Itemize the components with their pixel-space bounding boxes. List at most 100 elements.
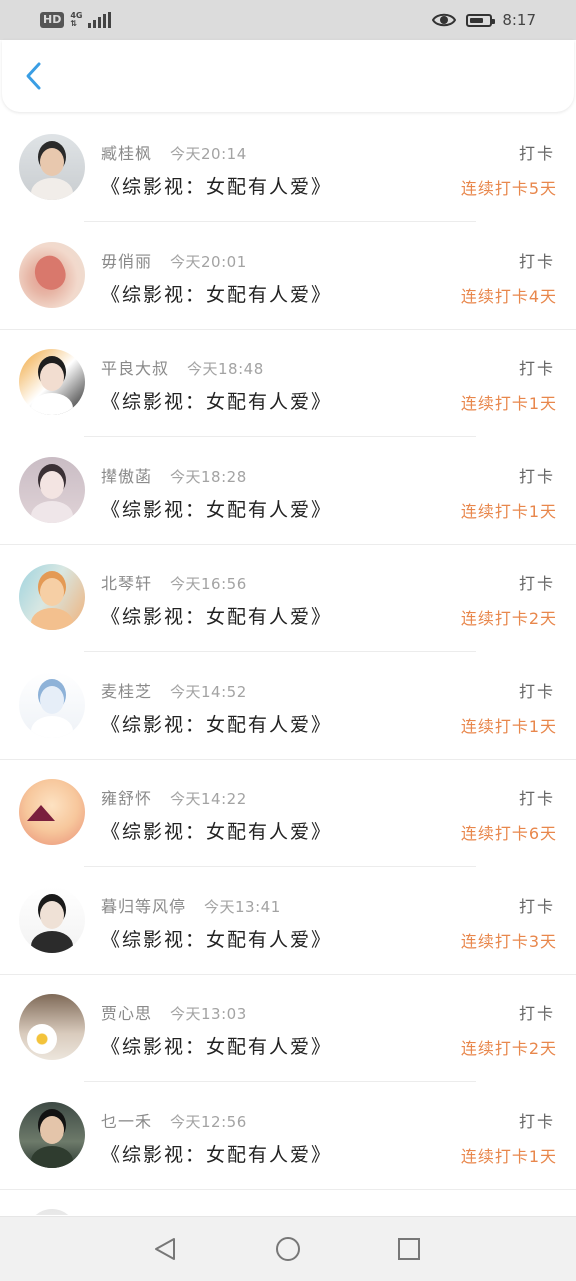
book-title[interactable]: 《综影视：女配有人爱》: [101, 710, 332, 737]
avatar[interactable]: [27, 1209, 77, 1215]
daisy-icon: [27, 1024, 57, 1054]
user-name[interactable]: 雍舒怀: [101, 785, 152, 809]
book-title[interactable]: 《综影视：女配有人爱》: [101, 387, 332, 414]
home-circle-icon: [276, 1237, 300, 1261]
status-time: 8:17: [502, 11, 536, 29]
flower-icon: [29, 250, 71, 295]
system-nav-bar: [0, 1216, 576, 1281]
avatar-body: [31, 930, 73, 953]
timestamp: 今天18:28: [170, 467, 247, 486]
user-name[interactable]: 乜一禾: [101, 1108, 152, 1132]
book-title[interactable]: 《综影视：女配有人爱》: [101, 172, 332, 199]
user-name[interactable]: 臧桂枫: [101, 140, 152, 164]
avatar[interactable]: [19, 1101, 85, 1168]
avatar[interactable]: [19, 779, 85, 845]
back-triangle-icon: [155, 1238, 175, 1260]
user-name[interactable]: 毋俏丽: [101, 248, 152, 272]
list-item[interactable]: 麦桂芝 今天14:52 《综影视：女配有人爱》 打卡 连续打卡1天: [0, 653, 576, 760]
list-item[interactable]: 暮归等风停 今天13:41 《综影视：女配有人爱》 打卡 连续打卡3天: [0, 868, 576, 975]
back-button[interactable]: [16, 58, 52, 94]
user-name[interactable]: 平良大叔: [101, 355, 169, 379]
paper-crane-icon: [27, 805, 55, 821]
avatar-body: [31, 1145, 73, 1168]
name-line: 毋俏丽 今天20:01: [101, 248, 247, 272]
streak-badge: 连续打卡1天: [460, 716, 557, 736]
nav-back-button[interactable]: [150, 1234, 180, 1264]
name-line: 北琴轩 今天16:56: [101, 570, 247, 594]
avatar[interactable]: [19, 564, 85, 630]
user-name[interactable]: 贾心思: [101, 1000, 152, 1024]
network-type: 4G ⇅: [70, 12, 82, 28]
checkin-label: 打卡: [518, 251, 555, 271]
user-name[interactable]: 麦桂芝: [101, 678, 152, 702]
user-name[interactable]: 撵傲菡: [101, 463, 152, 487]
list-item[interactable]: 平良大叔 今天18:48 《综影视：女配有人爱》 打卡 连续打卡1天: [0, 330, 576, 437]
list-item[interactable]: 臧桂枫 今天20:14 《综影视：女配有人爱》 打卡 连续打卡5天: [0, 115, 576, 222]
recents-square-icon: [398, 1238, 420, 1260]
checkin-label: 打卡: [518, 574, 555, 593]
divider: [0, 1188, 576, 1190]
list-item[interactable]: 撵傲菡 今天18:28 《综影视：女配有人爱》 打卡 连续打卡1天: [0, 438, 576, 545]
checkin-label: 打卡: [518, 359, 555, 378]
timestamp: 今天13:03: [170, 1005, 247, 1023]
user-name[interactable]: 北琴轩: [101, 570, 152, 594]
checkin-label: 打卡: [518, 466, 555, 486]
book-title[interactable]: 《综影视：女配有人爱》: [101, 817, 332, 844]
signal-icon: [88, 12, 112, 28]
list-item[interactable]: 雍舒怀 今天14:22 《综影视：女配有人爱》 打卡 连续打卡6天: [0, 760, 576, 867]
streak-badge: 连续打卡3天: [460, 931, 557, 951]
avatar-head: [40, 900, 64, 929]
list-item[interactable]: 毋俏丽 今天20:01 《综影视：女配有人爱》 打卡 连续打卡4天: [0, 223, 576, 330]
user-name[interactable]: 暮归等风停: [101, 893, 186, 917]
avatar[interactable]: [19, 994, 85, 1060]
avatar-head: [40, 685, 64, 714]
eye-icon: [432, 13, 457, 27]
nav-home-button[interactable]: [273, 1234, 303, 1264]
status-right: 8:17: [432, 8, 536, 32]
avatar[interactable]: [19, 671, 85, 738]
status-bar: HD 4G ⇅ 8:17: [0, 0, 576, 40]
checkin-label: 打卡: [518, 1111, 555, 1131]
list-item[interactable]: 贾心思 今天13:03 《综影视：女配有人爱》 打卡 连续打卡2天: [0, 975, 576, 1082]
avatar[interactable]: [19, 349, 85, 415]
book-title[interactable]: 《综影视：女配有人爱》: [101, 280, 332, 307]
timestamp: 今天20:14: [170, 145, 247, 163]
timestamp: 今天18:48: [187, 360, 264, 378]
streak-badge: 连续打卡5天: [460, 179, 557, 198]
checkin-label: 打卡: [518, 144, 555, 163]
page-header: [2, 40, 574, 112]
checkin-label: 打卡: [518, 681, 555, 701]
timestamp: 今天12:56: [170, 1112, 247, 1131]
book-title[interactable]: 《综影视：女配有人爱》: [101, 1140, 332, 1167]
streak-badge: 连续打卡4天: [460, 286, 557, 306]
streak-badge: 连续打卡1天: [460, 1146, 557, 1166]
nav-recents-button[interactable]: [394, 1234, 424, 1264]
avatar[interactable]: [19, 456, 85, 523]
list-item[interactable]: 北琴轩 今天16:56 《综影视：女配有人爱》 打卡 连续打卡2天: [0, 545, 576, 652]
avatar[interactable]: [19, 134, 85, 200]
status-left: HD 4G ⇅: [40, 9, 112, 31]
name-line: 乜一禾 今天12:56: [101, 1108, 247, 1132]
battery-icon: [466, 13, 496, 27]
list-item[interactable]: 乜一禾 今天12:56 《综影视：女配有人爱》 打卡 连续打卡1天: [0, 1083, 576, 1190]
checkin-label: 打卡: [518, 789, 555, 808]
name-line: 暮归等风停 今天13:41: [101, 893, 281, 917]
name-line: 贾心思 今天13:03: [101, 1000, 247, 1024]
book-title[interactable]: 《综影视：女配有人爱》: [101, 1032, 332, 1059]
book-title[interactable]: 《综影视：女配有人爱》: [101, 495, 332, 522]
network-arrows-icon: ⇅: [70, 19, 78, 28]
streak-badge: 连续打卡2天: [460, 609, 557, 628]
name-line: 撵傲菡 今天18:28: [101, 463, 247, 487]
avatar-body: [31, 608, 73, 630]
avatar-body: [31, 178, 73, 200]
name-line: 麦桂芝 今天14:52: [101, 678, 247, 702]
streak-badge: 连续打卡1天: [460, 394, 557, 413]
avatar-head: [40, 578, 64, 606]
streak-badge: 连续打卡6天: [460, 824, 557, 843]
book-title[interactable]: 《综影视：女配有人爱》: [101, 602, 332, 629]
book-title[interactable]: 《综影视：女配有人爱》: [101, 925, 332, 952]
avatar[interactable]: [19, 241, 85, 308]
avatar[interactable]: [19, 886, 85, 953]
streak-badge: 连续打卡1天: [460, 501, 557, 521]
name-line: 臧桂枫 今天20:14: [101, 140, 247, 164]
